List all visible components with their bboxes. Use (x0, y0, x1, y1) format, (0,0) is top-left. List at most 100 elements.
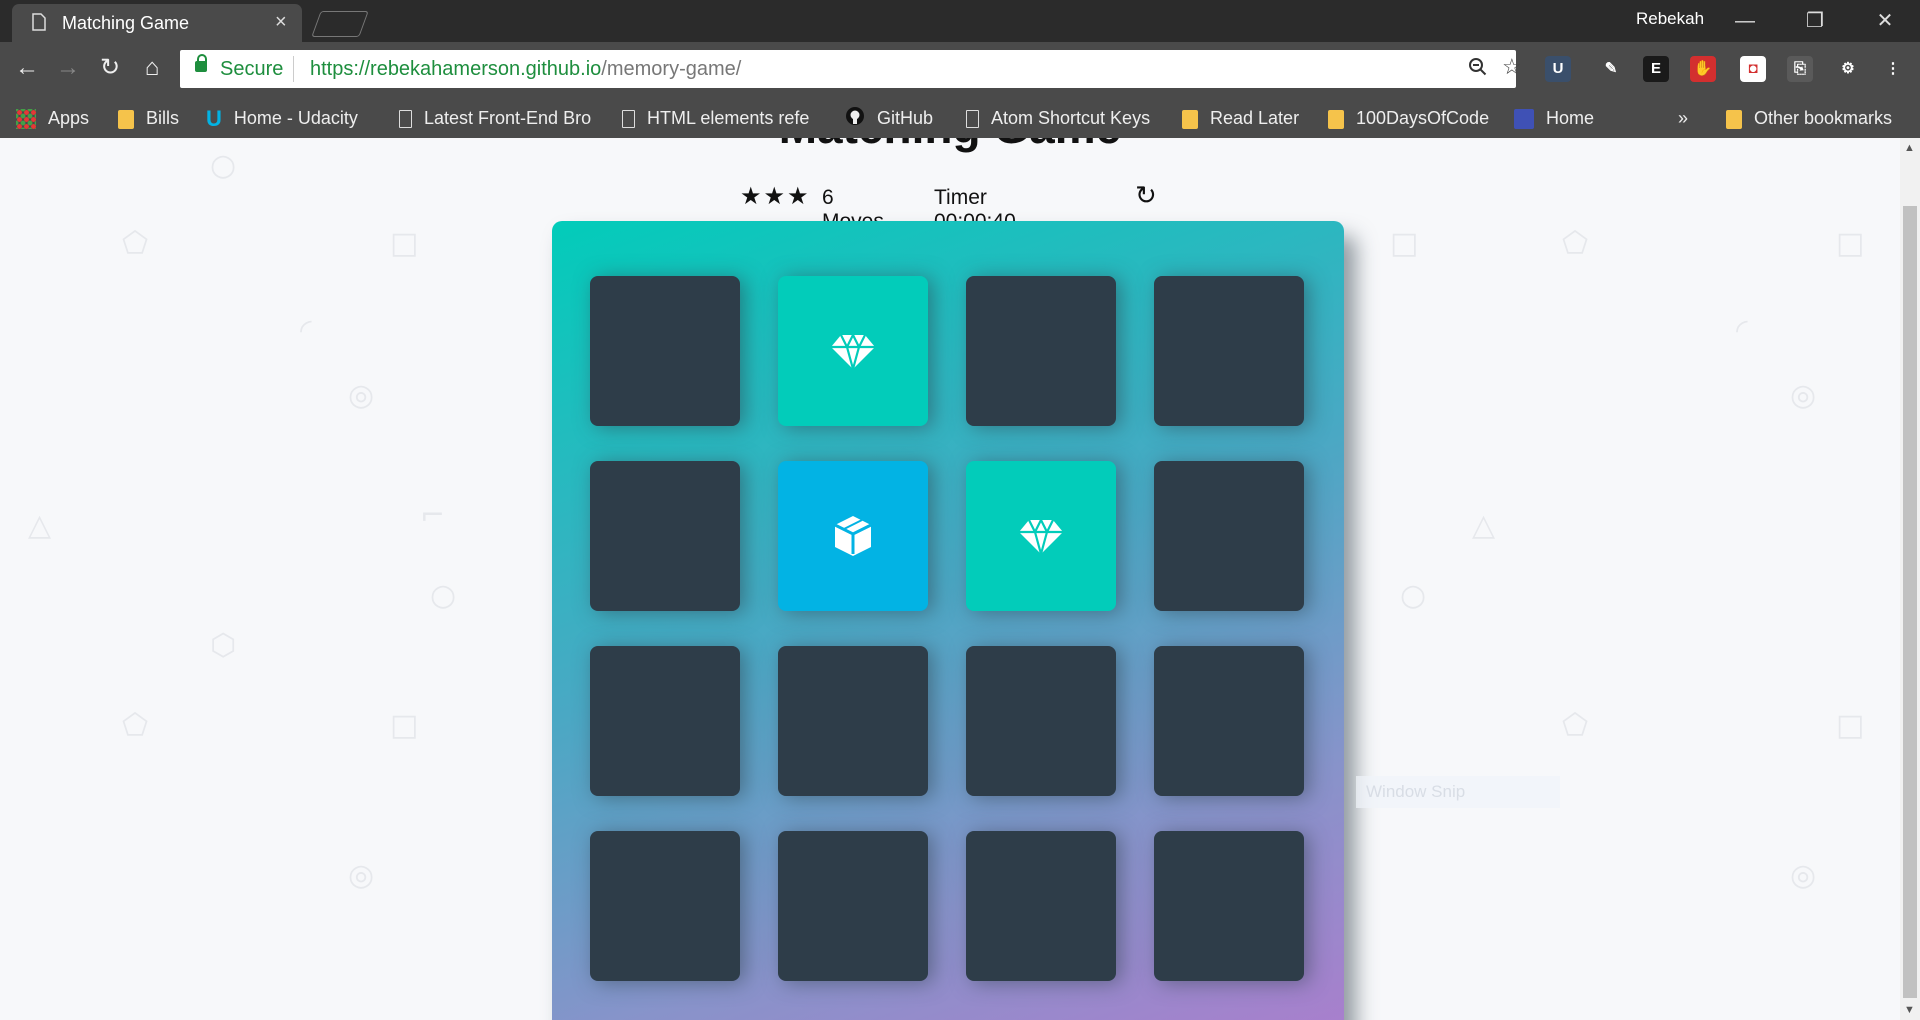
background-pattern-shape: ⬠ (1562, 226, 1589, 261)
bookmark-label: Other bookmarks (1754, 108, 1893, 128)
evernote-extension-icon[interactable]: E (1643, 56, 1669, 82)
bookmark-atom-shortcut-keys[interactable]: Atom Shortcut Keys (966, 106, 1150, 130)
page-icon (622, 110, 635, 129)
card-open[interactable] (778, 461, 928, 611)
calendar-icon (1514, 109, 1534, 130)
settings-extension-icon[interactable]: ⚙ (1835, 56, 1861, 82)
background-pattern-shape: ○ (1400, 578, 1427, 613)
pocket-extension-icon[interactable]: ◘ (1740, 56, 1766, 82)
bookmark-other-bookmarks[interactable]: Other bookmarks (1726, 106, 1892, 130)
background-pattern-shape: ◎ (348, 378, 375, 413)
bookmark-label: Apps (48, 108, 90, 128)
bookmark-label: GitHub (877, 108, 934, 128)
bookmark-label: Home (1546, 108, 1595, 128)
home-button[interactable]: ⌂ (134, 50, 170, 86)
background-pattern-shape: □ (1836, 708, 1865, 743)
background-pattern-shape: □ (390, 226, 419, 261)
pdf-extension-icon[interactable]: ⎘ (1787, 56, 1813, 82)
udacity-extension-icon[interactable]: U (1545, 56, 1571, 82)
star-rating: ★★★ (740, 182, 811, 210)
vertical-scrollbar[interactable]: ▲ ▼ (1900, 138, 1920, 1020)
background-pattern-shape: ◎ (348, 858, 375, 893)
restart-icon[interactable]: ↻ (1135, 181, 1157, 211)
card-closed[interactable] (1154, 276, 1304, 426)
reload-button[interactable]: ↻ (92, 50, 128, 86)
bookmarks-bar: Apps Bills U Home - Udacity Latest Front-… (0, 98, 1920, 138)
tab-matching-game[interactable]: Matching Game × (12, 4, 302, 42)
profile-button[interactable]: Rebekah (1636, 9, 1704, 29)
page-title: Matching Game (0, 138, 1900, 154)
url-text[interactable]: https://rebekahamerson.github.io/memory-… (310, 58, 741, 81)
bookmarks-overflow-button[interactable]: » (1678, 106, 1688, 130)
tab-title: Matching Game (62, 13, 190, 33)
background-pattern-shape: △ (1472, 508, 1496, 543)
github-icon (845, 106, 865, 132)
bookmark-100daysofcode[interactable]: 100DaysOfCode (1328, 106, 1489, 130)
bookmark-label: Home - Udacity (233, 108, 358, 128)
tab-close-icon[interactable]: × (275, 11, 287, 34)
card-match[interactable] (966, 461, 1116, 611)
card-closed[interactable] (1154, 831, 1304, 981)
background-pattern-shape: ⌐ (420, 498, 446, 533)
bookmark-label: Bills (146, 108, 180, 128)
browser-title-bar: Matching Game × Rebekah — ❐ ✕ (0, 0, 1920, 42)
card-closed[interactable] (1154, 646, 1304, 796)
card-match[interactable] (778, 276, 928, 426)
secure-label: Secure (220, 58, 284, 80)
page-icon (399, 110, 412, 129)
bookmark-read-later[interactable]: Read Later (1182, 106, 1299, 130)
card-closed[interactable] (966, 276, 1116, 426)
background-pattern-shape: ⬠ (1562, 708, 1589, 743)
bookmark-label: Read Later (1210, 108, 1300, 128)
close-window-button[interactable]: ✕ (1860, 5, 1910, 37)
bookmark-latest-front-end[interactable]: Latest Front-End Bro (399, 106, 591, 130)
new-tab-button[interactable] (311, 11, 369, 37)
card-closed[interactable] (778, 831, 928, 981)
background-pattern-shape: □ (1390, 226, 1419, 261)
background-pattern-shape: ⬠ (122, 708, 149, 743)
browser-toolbar: ← → ↻ ⌂ Secure https://rebekahamerson.gi… (0, 42, 1920, 98)
scroll-down-arrow[interactable]: ▼ (1904, 1004, 1915, 1016)
card-closed[interactable] (590, 461, 740, 611)
bookmark-label: Latest Front-End Bro (424, 108, 592, 128)
bookmark-html-elements[interactable]: HTML elements refe (622, 106, 809, 130)
card-closed[interactable] (966, 646, 1116, 796)
bookmark-star-icon[interactable]: ☆ (1502, 54, 1522, 80)
background-pattern-shape: □ (1836, 226, 1865, 261)
menu-icon[interactable]: ⋮ (1880, 56, 1906, 82)
forward-button[interactable]: → (50, 50, 86, 86)
adblock-extension-icon[interactable]: ✋ (1690, 56, 1716, 82)
bookmark-github[interactable]: GitHub (845, 106, 933, 130)
bookmark-bills[interactable]: Bills (118, 106, 179, 130)
zoom-icon[interactable] (1468, 57, 1488, 83)
address-bar[interactable]: Secure https://rebekahamerson.github.io/… (180, 50, 1522, 88)
card-closed[interactable] (966, 831, 1116, 981)
card-closed[interactable] (590, 646, 740, 796)
pen-extension-icon[interactable]: ✎ (1598, 56, 1624, 82)
scrollbar-thumb[interactable] (1903, 206, 1917, 998)
background-pattern-shape: ◎ (1790, 378, 1817, 413)
background-pattern-shape: ⬡ (210, 628, 237, 663)
card-closed[interactable] (778, 646, 928, 796)
lock-icon (195, 54, 207, 72)
scroll-up-arrow[interactable]: ▲ (1904, 142, 1915, 154)
back-button[interactable]: ← (9, 50, 45, 86)
card-closed[interactable] (590, 276, 740, 426)
card-deck (552, 221, 1344, 1020)
folder-icon (1328, 109, 1344, 129)
minimize-button[interactable]: — (1720, 5, 1770, 37)
bookmark-apps[interactable]: Apps (16, 106, 89, 130)
bookmark-label: 100DaysOfCode (1356, 108, 1490, 128)
background-pattern-shape: ◎ (1790, 858, 1817, 893)
background-pattern-shape: ⬠ (122, 226, 149, 261)
background-pattern-shape: ◜ (1736, 313, 1748, 348)
url-host: https://rebekahamerson.github.io (310, 58, 602, 80)
background-pattern-shape: □ (390, 708, 419, 743)
card-closed[interactable] (590, 831, 740, 981)
restore-button[interactable]: ❐ (1790, 5, 1840, 37)
bookmark-home-udacity[interactable]: U Home - Udacity (206, 106, 358, 131)
bookmark-label: HTML elements refe (647, 108, 810, 128)
card-closed[interactable] (1154, 461, 1304, 611)
bookmark-home[interactable]: Home (1514, 106, 1594, 130)
background-pattern-shape: △ (28, 508, 52, 543)
